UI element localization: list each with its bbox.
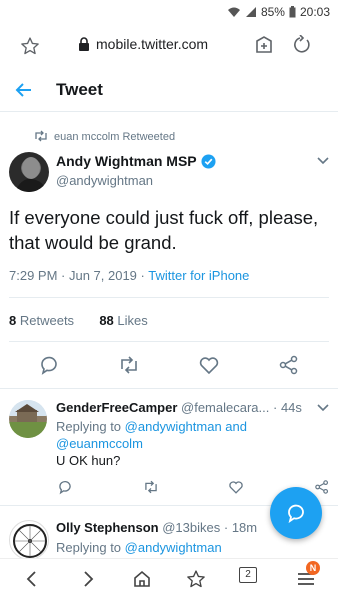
reply-author-handle[interactable]: @femalecara...	[181, 400, 269, 415]
page-title: Tweet	[56, 80, 103, 99]
tweet-stats: 8 Retweets 88 Likes	[9, 313, 148, 328]
mention-link[interactable]: @andywightman	[125, 540, 222, 555]
like-heart-icon[interactable]	[228, 479, 244, 495]
tweet-text: If everyone could just fuck off, please,…	[9, 207, 319, 253]
likes-stat[interactable]: 88 Likes	[99, 313, 147, 328]
share-icon[interactable]	[278, 354, 300, 376]
battery-icon	[289, 6, 296, 18]
chevron-down-icon[interactable]	[316, 403, 330, 413]
lock-icon	[79, 37, 89, 51]
new-tab-icon[interactable]	[254, 35, 274, 55]
author-name[interactable]: Andy Wightman MSP	[56, 153, 216, 169]
tweet-time: 7:29 PM · Jun 7, 2019 ·	[9, 268, 149, 283]
reply-time[interactable]: 44s	[281, 400, 302, 415]
signal-icon	[245, 7, 256, 17]
status-bar: 85% 20:03	[0, 0, 338, 24]
avatar[interactable]	[9, 520, 49, 560]
forward-icon[interactable]	[78, 569, 98, 589]
author-handle[interactable]: @andywightman	[56, 173, 153, 188]
share-icon[interactable]	[314, 479, 330, 495]
tweet-actions	[0, 354, 338, 376]
notification-badge: N	[306, 561, 320, 575]
retweet-icon[interactable]	[118, 354, 140, 376]
back-icon[interactable]	[22, 569, 42, 589]
tweet-timestamp: 7:29 PM · Jun 7, 2019 · Twitter for iPho…	[9, 268, 249, 283]
reply-author-name[interactable]: Olly Stephenson	[56, 520, 159, 535]
avatar[interactable]	[9, 152, 49, 192]
reply-author-handle[interactable]: @13bikes	[162, 520, 220, 535]
divider	[9, 297, 329, 298]
bookmark-star-icon[interactable]	[20, 36, 40, 56]
battery-percent: 85%	[260, 5, 285, 19]
replying-to: Replying to @andywightman and @euanmccol…	[56, 419, 247, 451]
browser-bottom-nav	[0, 558, 338, 600]
divider	[9, 341, 329, 342]
retweet-icon	[35, 130, 47, 142]
tweet-source-link[interactable]: Twitter for iPhone	[148, 268, 249, 283]
retweeted-by-text[interactable]: euan mccolm Retweeted	[54, 131, 175, 143]
back-arrow-icon[interactable]	[14, 80, 34, 100]
retweets-stat[interactable]: 8 Retweets	[9, 313, 74, 328]
compose-icon	[288, 504, 304, 523]
tabs-button[interactable]: 2	[239, 567, 257, 583]
compose-reply-button[interactable]	[270, 487, 322, 539]
reply-icon[interactable]	[38, 354, 60, 376]
verified-badge-icon	[201, 153, 216, 169]
wifi-icon	[227, 7, 240, 17]
divider	[0, 388, 338, 389]
bookmarks-icon[interactable]	[186, 569, 206, 589]
reply-author-name[interactable]: GenderFreeCamper	[56, 400, 177, 415]
reply-time[interactable]: 18m	[232, 520, 257, 535]
clock: 20:03	[299, 5, 330, 19]
avatar[interactable]	[9, 400, 47, 438]
reply-header: Olly Stephenson @13bikes · 18m	[56, 520, 258, 535]
address-bar[interactable]: mobile.twitter.com	[78, 36, 208, 52]
reply-text: U OK hun?	[56, 453, 121, 468]
like-heart-icon[interactable]	[198, 354, 220, 376]
replying-to: Replying to @andywightman	[56, 540, 222, 555]
reply-header: GenderFreeCamper @femalecara... · 44s	[56, 400, 302, 415]
mention-link[interactable]: @euanmccolm	[56, 436, 143, 451]
page-header: Tweet	[0, 70, 338, 112]
browser-toolbar: mobile.twitter.com	[0, 24, 338, 68]
author-name-text: Andy Wightman MSP	[56, 153, 197, 169]
home-icon[interactable]	[132, 569, 152, 589]
reply-icon[interactable]	[57, 479, 73, 495]
retweeted-by-label: euan mccolm Retweeted	[35, 130, 175, 143]
chevron-down-icon[interactable]	[316, 156, 330, 166]
retweet-icon[interactable]	[143, 479, 159, 495]
mention-link[interactable]: @andywightman	[125, 419, 222, 434]
url-text: mobile.twitter.com	[96, 36, 209, 52]
reload-icon[interactable]	[292, 35, 312, 55]
